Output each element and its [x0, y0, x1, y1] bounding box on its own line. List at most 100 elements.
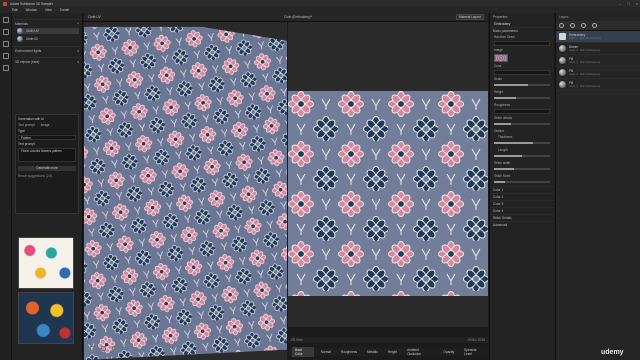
results-label: Result suggestions (2/4)	[18, 174, 53, 178]
viewport-toolbar: Cloth UV Cloth (Embroidery)* Material La…	[84, 13, 488, 22]
channel-height[interactable]: Height	[385, 349, 400, 355]
param-label: Image	[494, 48, 503, 52]
layer-row[interactable]: Embroidery Layer 1 · Multi (Embroidery)	[556, 31, 640, 43]
objects-heading: 3D objects (beta)	[15, 60, 40, 64]
export-icon[interactable]	[3, 65, 9, 71]
param-label: Height	[494, 90, 504, 94]
layer-subtitle: Layer 1 · Multi (Substance)	[569, 73, 601, 77]
chevron-down-icon: ▾	[77, 49, 79, 53]
layer-row[interactable]: Denim Layer 1 · Multi (Substance)	[556, 43, 640, 55]
light-icon[interactable]	[101, 346, 106, 351]
view-2d-status: 2D View 2048 x 2048	[288, 337, 488, 343]
tab-properties[interactable]: Properties	[493, 15, 508, 19]
color-3-group[interactable]: Color 3	[490, 200, 554, 207]
title-bar: Adobe Substance 3D Sampler – □ ×	[0, 0, 640, 7]
grid-icon[interactable]	[112, 346, 117, 351]
layout-dropdown[interactable]: Material Layout	[456, 14, 484, 20]
delete-icon[interactable]	[592, 23, 597, 28]
result-thumbnail[interactable]	[18, 237, 74, 289]
layer-subtitle: Layer 1 · Multi (Substance)	[569, 85, 601, 89]
layer-subtitle: Layer 1 · Multi (Embroidery)	[569, 37, 602, 41]
length-slider[interactable]	[494, 155, 550, 157]
prompt-input[interactable]: Floral colorful flowers pattern	[18, 148, 76, 162]
channel-metallic[interactable]: Metallic	[364, 349, 381, 355]
viewport-2d[interactable]	[288, 22, 488, 327]
param-label: Length	[498, 148, 508, 152]
thickness-slider[interactable]	[494, 142, 550, 144]
image-thumbnail[interactable]	[494, 54, 508, 62]
window-controls: – □ ×	[619, 1, 638, 6]
fabric-2d-texture	[288, 91, 488, 296]
layer-thumbnail	[559, 69, 566, 76]
camera-icon[interactable]	[90, 346, 95, 351]
tab-text-prompt[interactable]: Text prompt	[18, 123, 35, 127]
stitch-details-group[interactable]: Stitch Details	[490, 214, 554, 221]
layer-subtitle: Layer 1 · Multi (Substance)	[569, 49, 601, 53]
height-slider[interactable]	[494, 97, 550, 99]
close-icon[interactable]: ×	[636, 1, 638, 6]
environment-section[interactable]: Environment lights ▾	[12, 46, 82, 57]
tab-image[interactable]: Image	[41, 123, 50, 127]
layer-row[interactable]: Fill Layer 1 · Multi (Substance)	[556, 67, 640, 79]
fabric-3d-render	[84, 13, 287, 360]
color-select[interactable]	[494, 70, 550, 75]
color-1-group[interactable]: Color 1	[490, 186, 554, 193]
layer-row[interactable]: Fill Layer 1 · Multi (Substance)	[556, 79, 640, 91]
layers-icon[interactable]	[3, 29, 9, 35]
stitch-width-slider[interactable]	[494, 168, 550, 170]
material-thumbnail	[17, 36, 23, 42]
channel-opacity[interactable]: Opacity	[440, 349, 457, 355]
mask-icon[interactable]	[581, 23, 586, 28]
materials-section: Materials + Cloth UV Cloth 02	[12, 19, 82, 46]
channel-normal[interactable]: Normal	[318, 349, 334, 355]
channel-roughness[interactable]: Roughness	[338, 349, 360, 355]
materials-heading[interactable]: Materials	[15, 22, 28, 26]
add-layer-icon[interactable]	[570, 23, 575, 28]
assets-icon[interactable]	[3, 41, 9, 47]
generate-button[interactable]: Generate more	[18, 166, 76, 171]
viewport-tab[interactable]: Cloth UV	[88, 15, 101, 19]
scale-slider[interactable]	[494, 84, 550, 86]
minimize-icon[interactable]: –	[619, 1, 621, 6]
result-thumbnail[interactable]	[18, 292, 74, 344]
ai-generation-card: Generation with AI Text prompt Image Typ…	[15, 114, 79, 214]
material-item[interactable]: Cloth UV	[17, 28, 79, 34]
home-icon[interactable]	[3, 17, 9, 23]
layer-thumbnail	[559, 81, 566, 88]
resolution-label: 2048 x 2048	[467, 338, 485, 342]
basic-parameters-group[interactable]: Basic parameters	[490, 27, 554, 34]
tab-layers[interactable]: Layers	[559, 15, 569, 19]
stitch-details-slider[interactable]	[494, 123, 550, 125]
menu-item-view[interactable]: View	[45, 8, 52, 12]
advanced-group[interactable]: Advanced	[490, 221, 554, 228]
maximize-icon[interactable]: □	[627, 1, 629, 6]
menu-item-window[interactable]: Window	[26, 8, 37, 12]
menu-item-edit[interactable]: Edit	[12, 8, 18, 12]
channel-base-color[interactable]: Base Color	[292, 347, 314, 357]
viewport-title: Cloth (Embroidery)*	[284, 15, 312, 19]
param-label: Random Seed	[494, 35, 515, 39]
color-4-group[interactable]: Color 4	[490, 207, 554, 214]
prompt-label: Text prompt	[18, 142, 35, 146]
generated-results	[18, 237, 74, 345]
add-icon[interactable]: +	[77, 22, 79, 26]
objects-section[interactable]: 3D objects (beta) ▾	[12, 57, 82, 68]
roughness-select[interactable]	[494, 109, 550, 114]
layer-thumbnail	[559, 45, 566, 52]
color-2-group[interactable]: Color 2	[490, 193, 554, 200]
layer-row[interactable]: Fill Layer 1 · Multi (Substance)	[556, 55, 640, 67]
seed-input[interactable]	[494, 41, 550, 46]
type-select[interactable]: Pattern	[18, 135, 76, 140]
shelf-icon[interactable]	[3, 53, 9, 59]
param-label: Stitch width	[494, 161, 511, 165]
card-title: Generation with AI	[18, 117, 45, 121]
stitch-seed-slider[interactable]	[494, 181, 550, 183]
channel-ao[interactable]: Ambient Occlusion	[404, 347, 436, 357]
app-title: Adobe Substance 3D Sampler	[10, 1, 53, 6]
menu-item-create[interactable]: Create	[60, 8, 70, 12]
material-item[interactable]: Cloth 02	[17, 36, 79, 42]
param-label: Stitch Seed	[494, 174, 511, 178]
channel-specular[interactable]: Specular Level	[461, 347, 488, 357]
viewport-3d[interactable]	[84, 13, 287, 360]
visibility-icon[interactable]	[559, 23, 564, 28]
